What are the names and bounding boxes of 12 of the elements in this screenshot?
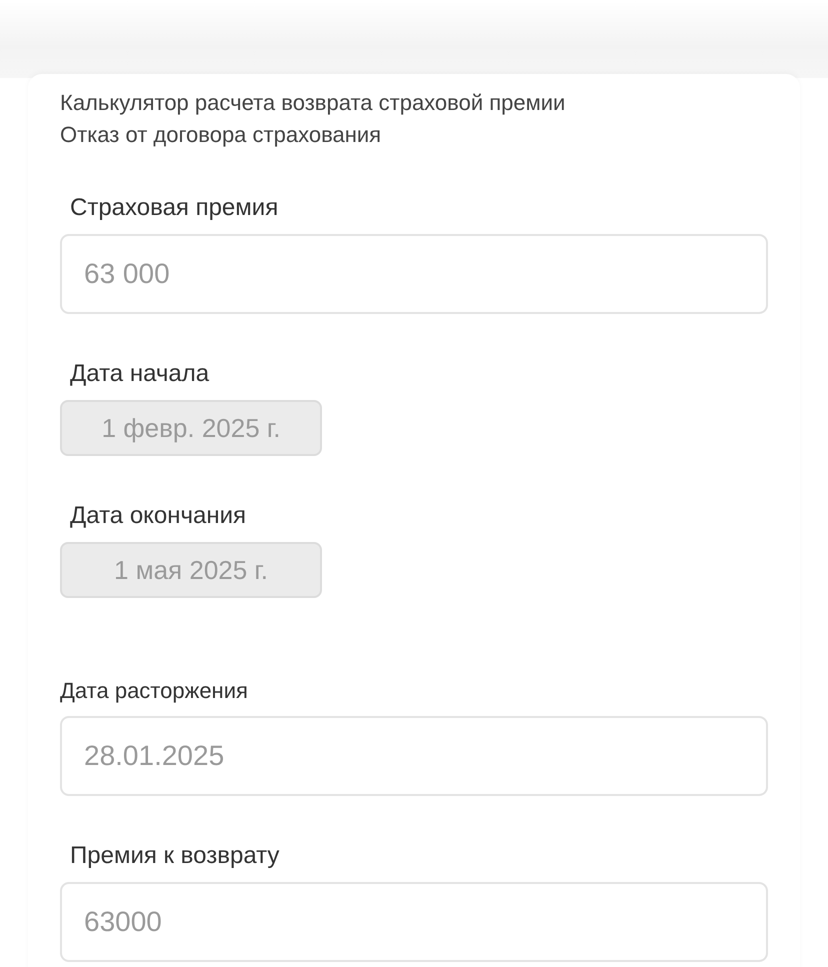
header-text: Отказ от договора страхования xyxy=(60,122,382,148)
field-label: Дата расторжения xyxy=(60,678,249,704)
input-field[interactable]: 63 000 xyxy=(60,234,768,314)
field-label: Дата начала xyxy=(70,360,210,388)
field-label: Страховая премия xyxy=(70,194,280,222)
date-picker[interactable]: 1 февр. 2025 г. xyxy=(60,400,322,456)
header-text: Калькулятор расчета возврата страховой премии xyxy=(60,90,566,116)
input-field[interactable]: 28.01.2025 xyxy=(60,716,768,796)
field-label: Премия к возврату xyxy=(70,842,280,870)
date-picker[interactable]: 1 мая 2025 г. xyxy=(60,542,322,598)
field-label: Дата окончания xyxy=(70,502,248,530)
input-field[interactable]: 63000 xyxy=(60,882,768,962)
